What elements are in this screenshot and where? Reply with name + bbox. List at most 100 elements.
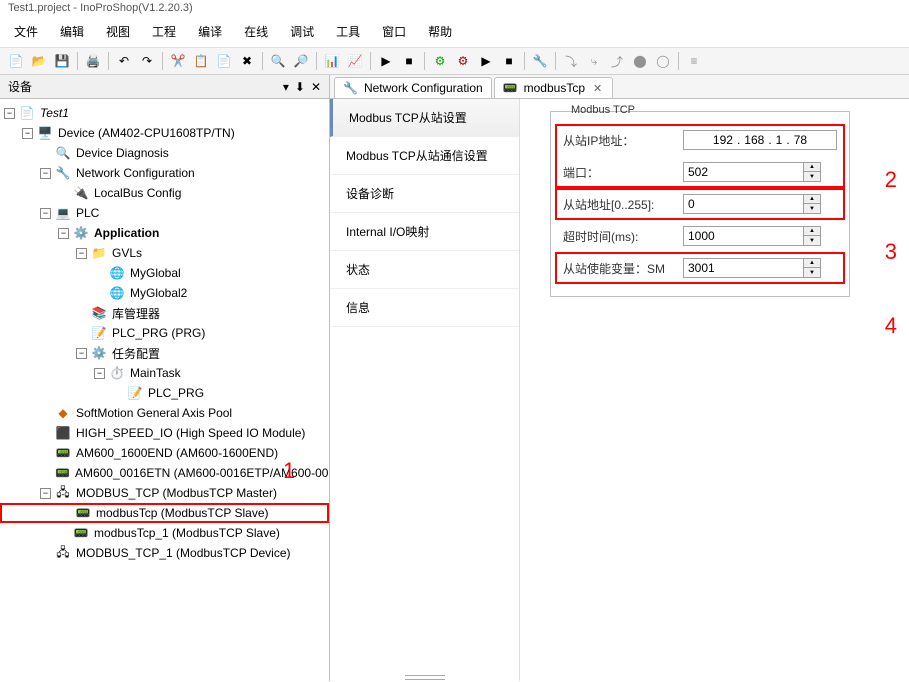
build-icon[interactable]: 📊 — [322, 51, 342, 71]
menu-edit[interactable]: 编辑 — [50, 20, 94, 43]
tree-hsio[interactable]: HIGH_SPEED_IO (High Speed IO Module) — [74, 425, 307, 441]
menu-debug[interactable]: 调试 — [280, 20, 324, 43]
ip-seg-c[interactable]: 1 — [776, 133, 783, 147]
nav-device-diag[interactable]: 设备诊断 — [330, 175, 519, 213]
nav-slave-settings[interactable]: Modbus TCP从站设置 — [330, 99, 519, 137]
tree-toggle[interactable]: − — [94, 368, 105, 379]
close-icon[interactable]: ✕ — [311, 80, 321, 94]
tree-myglobal2[interactable]: MyGlobal2 — [128, 285, 189, 301]
menu-view[interactable]: 视图 — [96, 20, 140, 43]
down-icon[interactable]: ▼ — [804, 204, 820, 213]
ip-seg-d[interactable]: 78 — [794, 133, 807, 147]
tree-gvls[interactable]: GVLs — [110, 245, 144, 261]
new-icon[interactable]: 📄 — [6, 51, 26, 71]
port-field[interactable] — [683, 162, 803, 182]
close-icon[interactable]: ✕ — [591, 82, 604, 95]
tree-toggle[interactable]: − — [40, 168, 51, 179]
nav-io-mapping[interactable]: Internal I/O映射 — [330, 213, 519, 251]
menu-help[interactable]: 帮助 — [418, 20, 462, 43]
up-icon[interactable]: ▲ — [804, 195, 820, 204]
tree-toggle[interactable]: − — [58, 228, 69, 239]
ip-seg-a[interactable]: 192 — [713, 133, 733, 147]
nav-status[interactable]: 状态 — [330, 251, 519, 289]
timeout-field[interactable] — [683, 226, 803, 246]
print-icon[interactable]: 🖨️ — [83, 51, 103, 71]
run-icon[interactable]: ▶ — [376, 51, 396, 71]
nav-info[interactable]: 信息 — [330, 289, 519, 327]
down-icon[interactable]: ▼ — [804, 172, 820, 181]
tree-taskcfg[interactable]: 任务配置 — [110, 344, 162, 363]
save-icon[interactable]: 💾 — [52, 51, 72, 71]
port-input[interactable]: ▲▼ — [683, 162, 821, 182]
bp2-icon[interactable]: ◯ — [653, 51, 673, 71]
tree-myglobal[interactable]: MyGlobal — [128, 265, 183, 281]
copy-icon[interactable]: 📋 — [191, 51, 211, 71]
tree-device[interactable]: Device (AM402-CPU1608TP/TN) — [56, 125, 237, 141]
addr-input[interactable]: ▲▼ — [683, 194, 821, 214]
timeout-input[interactable]: ▲▼ — [683, 226, 821, 246]
tree-toggle[interactable]: − — [76, 248, 87, 259]
tree-libmgr[interactable]: 库管理器 — [110, 304, 162, 323]
tree-toggle[interactable]: − — [4, 108, 15, 119]
menu-online[interactable]: 在线 — [234, 20, 278, 43]
misc-icon[interactable]: ≡ — [684, 51, 704, 71]
build2-icon[interactable]: 📈 — [345, 51, 365, 71]
tree-toggle[interactable]: − — [40, 488, 51, 499]
menu-compile[interactable]: 编译 — [188, 20, 232, 43]
tree-modbustcp-slave1[interactable]: modbusTcp_1 (ModbusTCP Slave) — [92, 525, 282, 541]
nav-comm-settings[interactable]: Modbus TCP从站通信设置 — [330, 137, 519, 175]
enable-field[interactable] — [683, 258, 803, 278]
menu-tools[interactable]: 工具 — [326, 20, 370, 43]
redo-icon[interactable]: ↷ — [137, 51, 157, 71]
step-over-icon[interactable]: ⤵ — [561, 51, 581, 71]
resize-handle[interactable] — [405, 675, 445, 679]
tree-modbus-tcp1[interactable]: MODBUS_TCP_1 (ModbusTCP Device) — [74, 545, 293, 561]
play-icon[interactable]: ▶ — [476, 51, 496, 71]
step-out-icon[interactable]: ⤴ — [607, 51, 627, 71]
step-into-icon[interactable]: ⤷ — [584, 51, 604, 71]
logout-icon[interactable]: ⚙ — [453, 51, 473, 71]
open-icon[interactable]: 📂 — [29, 51, 49, 71]
undo-icon[interactable]: ↶ — [114, 51, 134, 71]
dropdown-icon[interactable]: ▾ — [283, 80, 289, 94]
stop-icon[interactable]: ■ — [399, 51, 419, 71]
tree-toggle[interactable]: − — [76, 348, 87, 359]
menu-project[interactable]: 工程 — [142, 20, 186, 43]
search-icon[interactable]: 🔍 — [268, 51, 288, 71]
tree-diag[interactable]: Device Diagnosis — [74, 145, 171, 161]
tree-modbus-tcp[interactable]: MODBUS_TCP (ModbusTCP Master) — [74, 485, 279, 501]
menu-window[interactable]: 窗口 — [372, 20, 416, 43]
paste-icon[interactable]: 📄 — [214, 51, 234, 71]
delete-icon[interactable]: ✖ — [237, 51, 257, 71]
down-icon[interactable]: ▼ — [804, 268, 820, 277]
addr-field[interactable] — [683, 194, 803, 214]
tree-plc[interactable]: PLC — [74, 205, 101, 221]
tree-softmotion[interactable]: SoftMotion General Axis Pool — [74, 405, 234, 421]
tree-am600-1[interactable]: AM600_1600END (AM600-1600END) — [74, 445, 280, 461]
tree-plcprg[interactable]: PLC_PRG (PRG) — [110, 325, 207, 341]
ip-seg-b[interactable]: 168 — [744, 133, 764, 147]
tab-modbustcp[interactable]: 📟 modbusTcp ✕ — [494, 77, 614, 98]
bp-icon[interactable]: ⬤ — [630, 51, 650, 71]
enable-input[interactable]: ▲▼ — [683, 258, 821, 278]
down-icon[interactable]: ▼ — [804, 236, 820, 245]
up-icon[interactable]: ▲ — [804, 227, 820, 236]
tree-modbustcp-slave[interactable]: modbusTcp (ModbusTCP Slave) — [94, 505, 271, 521]
menu-file[interactable]: 文件 — [4, 20, 48, 43]
tree-toggle[interactable]: − — [40, 208, 51, 219]
tree-localbus[interactable]: LocalBus Config — [92, 185, 183, 201]
tree-netcfg[interactable]: Network Configuration — [74, 165, 197, 181]
ip-input[interactable]: 192. 168. 1. 78 — [683, 130, 837, 150]
pause-icon[interactable]: ■ — [499, 51, 519, 71]
up-icon[interactable]: ▲ — [804, 259, 820, 268]
up-icon[interactable]: ▲ — [804, 163, 820, 172]
tree-app[interactable]: Application — [92, 225, 161, 241]
wrench-icon[interactable]: 🔧 — [530, 51, 550, 71]
tree-toggle[interactable]: − — [22, 128, 33, 139]
tree-root[interactable]: Test1 — [38, 105, 71, 121]
tree-maintask[interactable]: MainTask — [128, 365, 183, 381]
cut-icon[interactable]: ✂️ — [168, 51, 188, 71]
login-icon[interactable]: ⚙ — [430, 51, 450, 71]
search2-icon[interactable]: 🔎 — [291, 51, 311, 71]
tab-network-config[interactable]: 🔧 Network Configuration — [334, 77, 492, 98]
